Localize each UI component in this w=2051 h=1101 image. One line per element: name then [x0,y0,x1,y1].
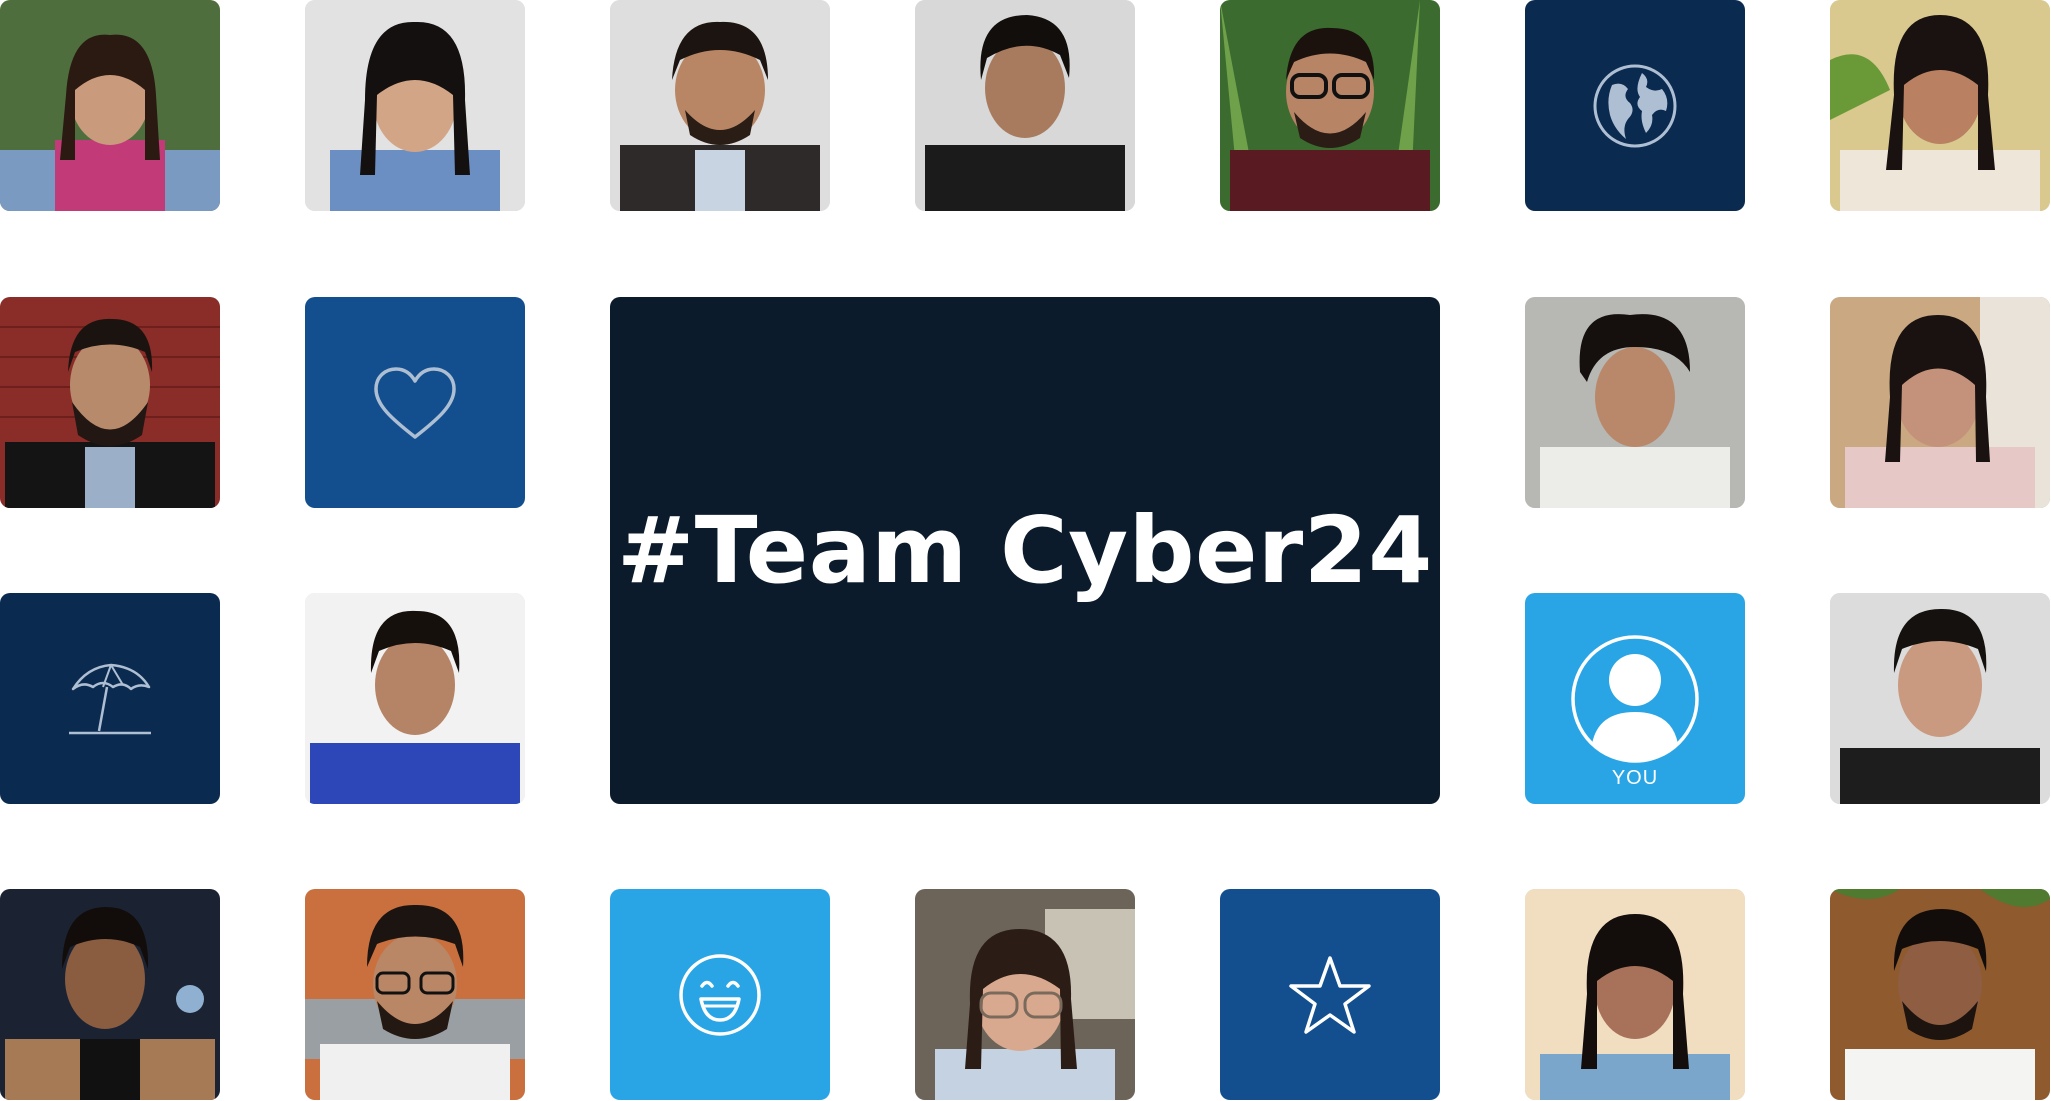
member-photo [1525,297,1745,508]
member-photo [0,0,220,211]
member-photo [915,0,1135,211]
team-grid: #Team Cyber24 YOU [0,0,2051,1101]
member-photo [305,889,525,1100]
member-photo [1830,889,2050,1100]
team-banner: #Team Cyber24 [610,297,1440,804]
member-photo [610,0,830,211]
beach-umbrella-icon [69,663,151,734]
beach-tile [0,593,220,804]
user-profile-icon [1571,634,1699,763]
member-photo [305,593,525,804]
smiley-tile [610,889,830,1100]
member-photo [1830,0,2050,211]
member-photo [1525,889,1745,1100]
member-photo [1220,0,1440,211]
member-photo [915,889,1135,1100]
you-label: YOU [1611,767,1659,789]
member-photo [1830,297,2050,508]
member-photo [0,889,220,1100]
smiley-icon [679,953,761,1036]
you-tile[interactable]: YOU [1525,593,1745,804]
heart-icon [374,366,456,439]
member-photo [0,297,220,508]
member-photo [1830,593,2050,804]
star-tile [1220,889,1440,1100]
globe-tile [1525,0,1745,211]
globe-icon [1593,64,1677,147]
heart-tile [305,297,525,508]
member-photo [305,0,525,211]
star-icon [1289,955,1371,1034]
banner-title: #Team Cyber24 [617,497,1433,604]
